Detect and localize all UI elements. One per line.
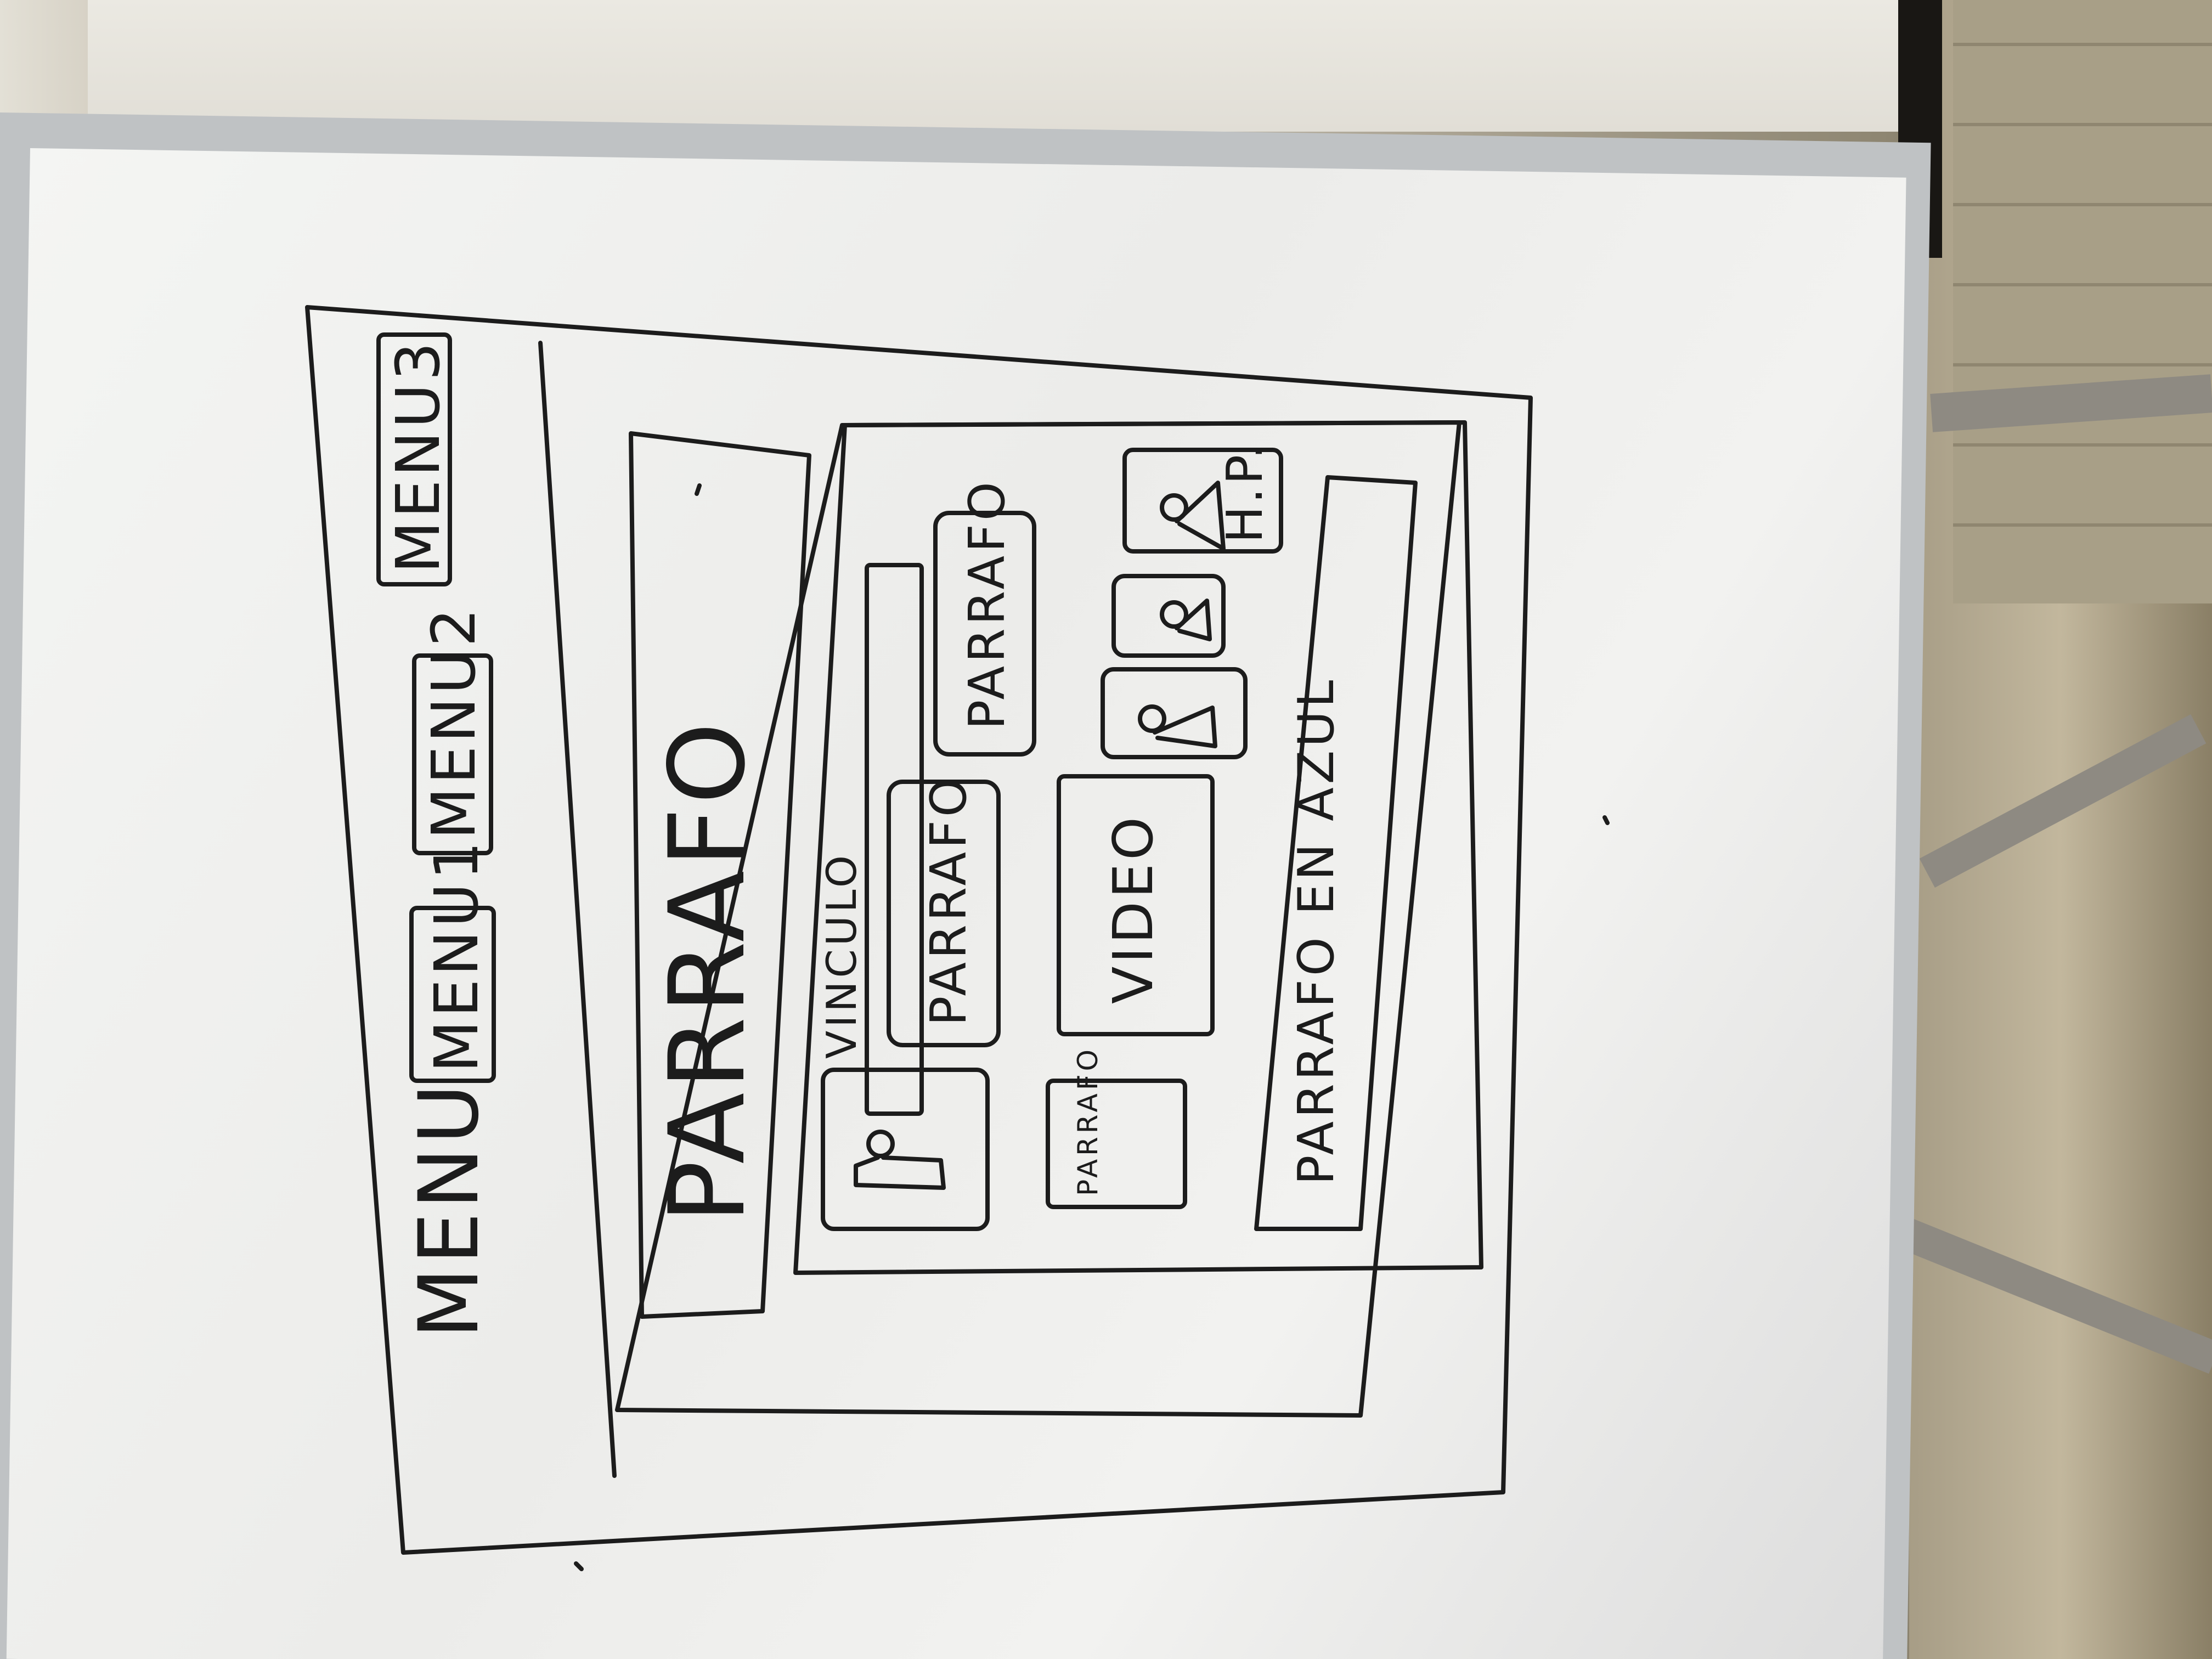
parrafo-small-box [1046, 1079, 1187, 1209]
photo-scene: MENU MENU1 MENU2 MENU3 PARRAFO VINCULO P… [0, 0, 2212, 1659]
person-icon-3 [1160, 599, 1212, 641]
marker-mark [695, 483, 702, 496]
person-icon-1 [854, 1130, 946, 1190]
hip-label: H.P. [1216, 440, 1274, 543]
header-divider [538, 341, 617, 1478]
person-icon-2 [1138, 704, 1217, 748]
person-icon-4 [1160, 481, 1226, 551]
hero-label: PARRAFO [647, 719, 768, 1223]
vinculo-label: VINCULO [817, 852, 866, 1059]
parrafo-card-2-label: PARRAFO [958, 478, 1016, 730]
menu-title: MENU [402, 1081, 497, 1339]
image-box-1 [821, 1068, 990, 1231]
video-label: VIDEO [1101, 814, 1165, 1004]
marker-mark [574, 1561, 584, 1571]
parrafo-small-label: PARRAFO [1072, 1046, 1104, 1196]
vinculo-box [865, 563, 924, 1116]
parrafo-card-label: PARRAFO [920, 775, 978, 1026]
menu-item-3: MENU3 [383, 339, 453, 573]
footer-label: PARRAFO EN AZUL [1288, 677, 1345, 1185]
wireframe-sketch: MENU MENU1 MENU2 MENU3 PARRAFO VINCULO P… [305, 305, 1610, 1571]
image-box-2 [1101, 667, 1248, 759]
menu-item-2: MENU2 [419, 605, 489, 839]
menu-item-1: MENU1 [421, 838, 492, 1073]
marker-mark [1602, 815, 1610, 825]
